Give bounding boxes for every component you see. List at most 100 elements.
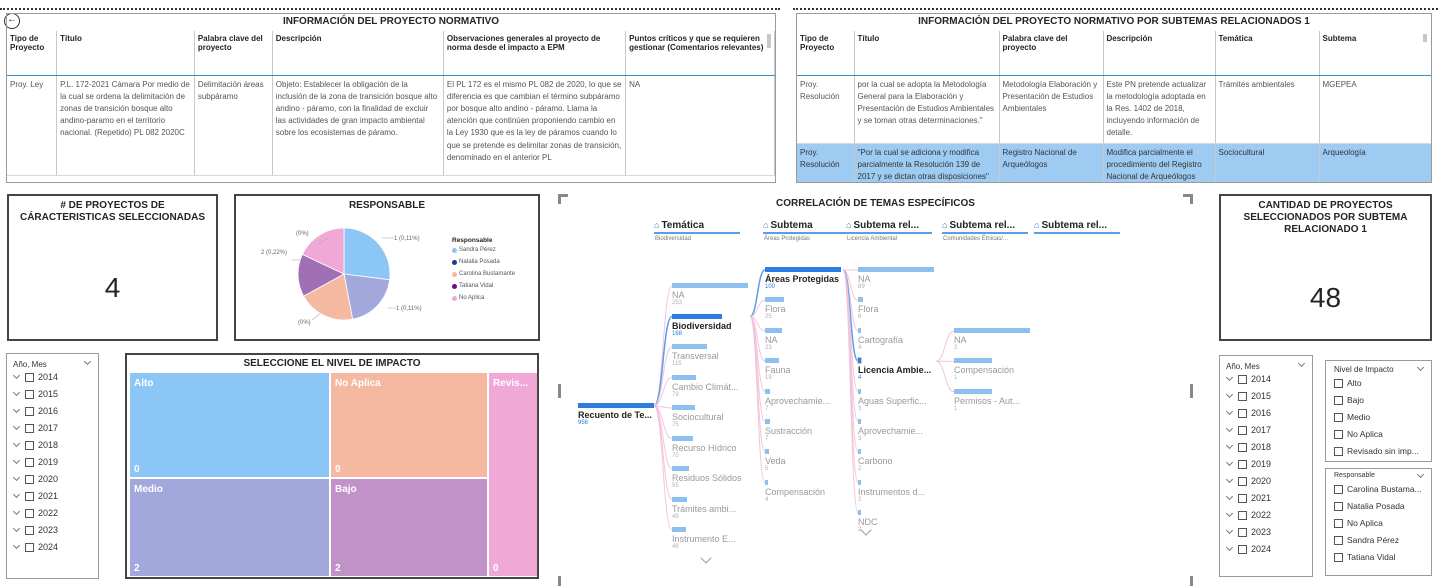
chevron-down-icon[interactable] — [13, 373, 21, 381]
treemap-cell[interactable]: Alto 0 — [130, 373, 329, 477]
slicer-left-collapse-icon[interactable] — [83, 357, 92, 366]
year-item[interactable]: 2019 — [13, 457, 58, 467]
chevron-down-icon[interactable] — [1226, 460, 1234, 468]
year-item[interactable]: 2014 — [13, 372, 58, 382]
chevron-down-icon[interactable] — [13, 407, 21, 415]
chevron-down-icon[interactable] — [13, 458, 21, 466]
decomp-node[interactable]: Cartografía 4 — [858, 327, 934, 351]
decomp-node[interactable]: Fauna 19 — [765, 358, 841, 381]
slicer-option[interactable]: Revisado sin imp... — [1334, 446, 1419, 456]
pie-slice[interactable] — [343, 227, 391, 281]
chevron-down-icon[interactable] — [1226, 375, 1234, 383]
treemap-cell[interactable]: Medio 2 — [130, 479, 329, 576]
chevron-down-icon[interactable] — [13, 424, 21, 432]
decomp-node[interactable]: Residuos Sólidos 55 — [672, 466, 748, 489]
column-header[interactable]: Observaciones generales al proyecto de n… — [443, 31, 627, 76]
table-row[interactable]: Proy. Ley P.L. 172-2021 Cámara Por medio … — [7, 75, 775, 176]
checkbox[interactable] — [1238, 493, 1247, 503]
decomp-node[interactable]: Sustracción 7 — [765, 419, 841, 442]
year-item[interactable]: 2016 — [1226, 408, 1271, 418]
decomp-level-header[interactable]: ⌂ Subtema rel... — [1034, 220, 1120, 234]
treemap-cell[interactable]: Bajo 2 — [331, 479, 487, 576]
slicer-option[interactable]: Carolina Bustama... — [1334, 484, 1422, 494]
year-item[interactable]: 2019 — [1226, 459, 1271, 469]
chevron-down-icon[interactable] — [1226, 426, 1234, 434]
checkbox[interactable] — [25, 372, 34, 382]
slicer-option[interactable]: Sandra Pérez — [1334, 535, 1399, 545]
slicer-option[interactable]: Bajo — [1334, 395, 1364, 405]
slicer-option[interactable]: No Aplica — [1334, 518, 1383, 528]
decomp-level-header[interactable]: ⌂ Temática — [654, 220, 740, 234]
year-item[interactable]: 2017 — [13, 423, 58, 433]
column-header[interactable]: Puntos críticos y que se requieren gesti… — [625, 31, 775, 76]
checkbox[interactable] — [1334, 501, 1343, 511]
decomp-node[interactable]: Flora 6 — [858, 297, 934, 320]
chevron-down-icon[interactable] — [1226, 528, 1234, 536]
checkbox[interactable] — [1238, 476, 1247, 486]
decomp-node[interactable]: NA 253 — [672, 283, 748, 306]
checkbox[interactable] — [1238, 442, 1247, 452]
impact-level-treemap[interactable]: Alto 0 No Aplica 0 Revis... 0 Medio 2 Bajo 2 — [130, 373, 537, 576]
checkbox[interactable] — [1334, 395, 1343, 405]
decomp-node[interactable]: Cambio Climát... 79 — [672, 374, 748, 398]
chevron-down-icon[interactable] — [1226, 477, 1234, 485]
slicer-right-collapse-icon[interactable] — [1297, 359, 1306, 368]
checkbox[interactable] — [1238, 374, 1247, 384]
checkbox[interactable] — [1334, 429, 1343, 439]
year-item[interactable]: 2024 — [1226, 544, 1271, 554]
slicer-option[interactable]: Natalia Posada — [1334, 501, 1405, 511]
decomp-node[interactable]: Aprovechamie... 7 — [765, 388, 841, 412]
checkbox[interactable] — [1238, 408, 1247, 418]
decomp-level-header[interactable]: ⌂ Subtema rel... — [942, 220, 1028, 234]
pie-legend-item[interactable]: Tatiana Vidal — [452, 283, 515, 289]
decomp-node[interactable]: Instrumento E... 46 — [672, 527, 748, 550]
chevron-down-icon[interactable] — [13, 526, 21, 534]
decomp-node[interactable]: NA 89 — [858, 267, 934, 290]
decomp-node[interactable]: Carbono 2 — [858, 449, 934, 472]
checkbox[interactable] — [1334, 484, 1343, 494]
decomp-level-header[interactable]: ⌂ Subtema — [763, 220, 849, 234]
slicer-option[interactable]: Alto — [1334, 378, 1362, 388]
decomp-root-node[interactable]: Recuento de Te... 956 — [578, 403, 654, 426]
decomp-node[interactable]: Recurso Hídrico 70 — [672, 435, 748, 459]
checkbox[interactable] — [1334, 535, 1343, 545]
table2-scrollbar[interactable] — [1423, 34, 1427, 42]
chevron-down-icon[interactable] — [1226, 545, 1234, 553]
year-item[interactable]: 2018 — [13, 440, 58, 450]
resp-slicer-collapse-icon[interactable] — [1416, 470, 1425, 479]
checkbox[interactable] — [25, 525, 34, 535]
slicer-option[interactable]: No Aplica — [1334, 429, 1383, 439]
year-item[interactable]: 2020 — [13, 474, 58, 484]
column-header[interactable]: Título — [854, 31, 1000, 76]
checkbox[interactable] — [1238, 527, 1247, 537]
year-item[interactable]: 2015 — [1226, 391, 1271, 401]
checkbox[interactable] — [25, 457, 34, 467]
year-item[interactable]: 2024 — [13, 542, 58, 552]
decomp-level-header[interactable]: ⌂ Subtema rel... — [846, 220, 932, 234]
year-item[interactable]: 2021 — [13, 491, 58, 501]
column-header[interactable]: Palabra clave del proyecto — [999, 31, 1104, 76]
impact-slicer-collapse-icon[interactable] — [1416, 363, 1425, 372]
year-item[interactable]: 2022 — [13, 508, 58, 518]
pie-legend-item[interactable]: Natalia Posada — [452, 259, 515, 265]
chevron-down-icon[interactable] — [1226, 392, 1234, 400]
table-row[interactable]: Proy. Resolución por la cual se adopta la… — [797, 75, 1431, 144]
checkbox[interactable] — [25, 389, 34, 399]
checkbox[interactable] — [1334, 412, 1343, 422]
checkbox[interactable] — [1238, 544, 1247, 554]
decomp-node[interactable]: Compensación 4 — [765, 479, 841, 503]
table1-scrollbar[interactable] — [767, 34, 771, 48]
decomp-node[interactable]: Áreas Protegidas 100 — [765, 267, 841, 290]
checkbox[interactable] — [25, 542, 34, 552]
checkbox[interactable] — [1238, 510, 1247, 520]
chevron-down-icon[interactable] — [1226, 443, 1234, 451]
checkbox[interactable] — [25, 508, 34, 518]
decomp-node[interactable]: Sociocultural 75 — [672, 405, 748, 428]
slicer-option[interactable]: Tatiana Vidal — [1334, 552, 1396, 562]
column-header[interactable]: Descripción — [1103, 31, 1216, 76]
decomp-node[interactable]: Licencia Ambie... 4 — [857, 357, 934, 381]
decomp-node[interactable]: NA 23 — [765, 327, 841, 351]
checkbox[interactable] — [1334, 552, 1343, 562]
slicer-option[interactable]: Medio — [1334, 412, 1370, 422]
column-header[interactable]: Título — [56, 31, 195, 76]
